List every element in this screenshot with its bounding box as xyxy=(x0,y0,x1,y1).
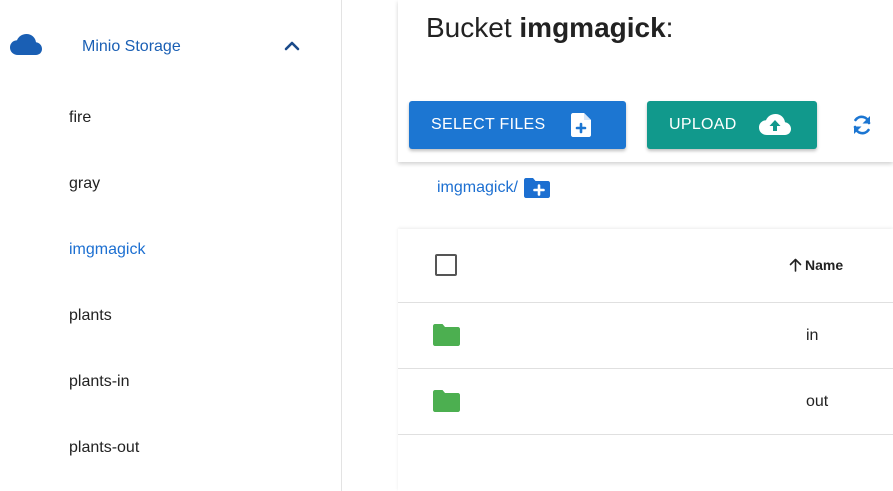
storage-header[interactable]: Minio Storage xyxy=(0,20,342,76)
bucket-item-gray[interactable]: gray xyxy=(0,151,342,217)
main-panel: Bucket imgmagick: SELECT FILES UPLOAD im… xyxy=(398,0,893,491)
title-suffix: : xyxy=(665,12,674,43)
file-plus-icon xyxy=(571,113,592,137)
upload-button[interactable]: UPLOAD xyxy=(647,101,817,149)
breadcrumb-path[interactable]: imgmagick/ xyxy=(437,179,518,197)
title-prefix: Bucket xyxy=(426,12,520,43)
storage-label: Minio Storage xyxy=(82,38,181,55)
folder-icon xyxy=(433,390,460,412)
sidebar: Minio Storage fire gray imgmagick plants… xyxy=(0,0,342,491)
bucket-item-plants[interactable]: plants xyxy=(0,283,342,349)
folder-icon xyxy=(433,324,460,346)
select-all-checkbox[interactable] xyxy=(435,254,457,276)
table-row[interactable]: out xyxy=(398,369,893,435)
name-column-label: Name xyxy=(805,257,844,273)
bucket-name: imgmagick xyxy=(519,12,666,43)
bucket-item-imgmagick[interactable]: imgmagick xyxy=(0,217,342,283)
table-row[interactable]: in xyxy=(398,303,893,369)
row-name: out xyxy=(806,393,829,410)
row-name: in xyxy=(806,327,819,344)
page-title: Bucket imgmagick: xyxy=(426,12,673,44)
bucket-header-card: Bucket imgmagick: SELECT FILES UPLOAD xyxy=(398,0,893,162)
select-files-label: SELECT FILES xyxy=(431,116,546,133)
file-table: Name in out xyxy=(398,229,893,491)
bucket-item-plants-in[interactable]: plants-in xyxy=(0,349,342,415)
name-column-header[interactable]: Name xyxy=(789,257,843,273)
bucket-item-fire[interactable]: fire xyxy=(0,85,342,151)
bucket-list: fire gray imgmagick plants plants-in pla… xyxy=(0,85,342,481)
refresh-icon[interactable] xyxy=(850,113,874,137)
bucket-item-plants-out[interactable]: plants-out xyxy=(0,415,342,481)
arrow-up-icon xyxy=(789,258,802,272)
select-files-button[interactable]: SELECT FILES xyxy=(409,101,626,149)
chevron-up-icon[interactable] xyxy=(282,36,302,56)
cloud-upload-icon xyxy=(758,114,791,136)
breadcrumb: imgmagick/ xyxy=(437,178,550,198)
new-folder-icon[interactable] xyxy=(523,178,550,198)
table-header: Name xyxy=(398,229,893,303)
upload-label: UPLOAD xyxy=(669,116,737,133)
cloud-icon xyxy=(10,34,42,56)
